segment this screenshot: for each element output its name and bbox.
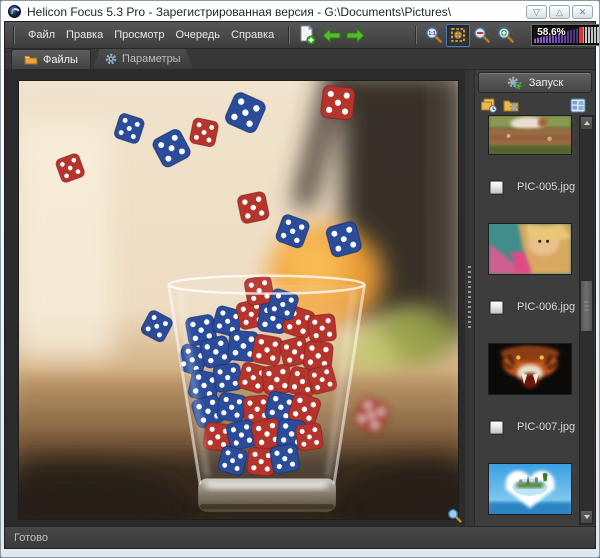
gear-icon (105, 53, 117, 65)
file-checkbox-2[interactable] (490, 301, 503, 314)
menu-bar: Файл Правка Просмотр Очередь Справка (28, 29, 274, 41)
image-viewer (5, 70, 465, 526)
fit-to-window-button[interactable] (446, 24, 470, 47)
triangle-down-icon (584, 515, 590, 519)
content-area: Запуск (5, 70, 595, 526)
thumbnail-2-image (489, 224, 571, 274)
status-bar: Готово (5, 526, 595, 548)
tab-files[interactable]: Файлы (11, 49, 91, 69)
scroll-up-button[interactable] (580, 116, 593, 130)
scrollbar-track[interactable] (580, 130, 593, 510)
files-clock-icon (480, 98, 497, 113)
file-checkbox-3[interactable] (490, 421, 503, 434)
zoom-1to1-icon: 1:1 (425, 26, 443, 44)
zoom-actual-size-button[interactable]: 1:1 (422, 24, 446, 47)
arrow-left-icon (322, 28, 341, 43)
file-tools-row (475, 95, 595, 115)
folder-gear-icon (503, 98, 521, 112)
progress-value: 58.6% (537, 27, 565, 38)
main-photo (19, 81, 458, 519)
list-view-icon (570, 98, 586, 113)
toolbar: Файл Правка Просмотр Очередь Справка (5, 22, 595, 49)
forward-button[interactable] (343, 24, 367, 47)
menu-item-view[interactable]: Просмотр (114, 29, 164, 41)
status-text: Готово (14, 532, 48, 544)
file-name-1[interactable]: PIC-005.jpg (517, 181, 575, 193)
tab-bar: Файлы Параметры (5, 49, 595, 70)
menu-item-queue[interactable]: Очередь (175, 29, 220, 41)
back-button[interactable] (319, 24, 343, 47)
arrow-right-icon (346, 28, 365, 43)
file-checkbox-1[interactable] (490, 181, 503, 194)
process-folder-button[interactable] (503, 97, 521, 114)
run-gears-icon (507, 76, 523, 90)
thumbnail-1[interactable] (488, 115, 572, 155)
app-window: Helicon Focus 5.3 Pro - Зарегистрированн… (0, 0, 600, 558)
new-file-icon (298, 25, 316, 45)
thumbnail-1-image (489, 116, 571, 154)
panel-splitter[interactable] (465, 70, 474, 526)
run-button[interactable]: Запуск (478, 72, 592, 93)
window-controls: ▽ △ ✕ (526, 5, 593, 19)
new-project-button[interactable] (295, 24, 319, 47)
toolbar-separator (288, 26, 290, 44)
toolbar-overflow-icon[interactable]: » (588, 23, 593, 33)
file-name-2[interactable]: PIC-006.jpg (517, 301, 575, 313)
thumbnail-column: PIC-005.jpg (488, 115, 572, 526)
loupe-icon[interactable] (447, 508, 462, 523)
thumbnail-4-image (489, 464, 571, 514)
close-button[interactable]: ✕ (572, 5, 593, 19)
view-list-button[interactable] (569, 97, 587, 114)
file-panel: Запуск (474, 70, 595, 526)
file-name-3[interactable]: PIC-007.jpg (517, 421, 575, 433)
thumbnail-scrollbar[interactable] (579, 115, 594, 525)
menu-item-edit[interactable]: Правка (66, 29, 103, 41)
zoom-out-button[interactable] (470, 24, 494, 47)
thumbnail-3[interactable] (488, 343, 572, 395)
file-row-3: PIC-007.jpg (490, 419, 572, 435)
menu-item-help[interactable]: Справка (231, 29, 274, 41)
maximize-button[interactable]: △ (549, 5, 570, 19)
minimize-button[interactable]: ▽ (526, 5, 547, 19)
svg-text:1:1: 1:1 (429, 31, 436, 37)
menu-item-file[interactable]: Файл (28, 29, 55, 41)
thumbnail-2[interactable] (488, 223, 572, 275)
tab-parameters[interactable]: Параметры (93, 49, 193, 69)
triangle-up-icon (584, 121, 590, 125)
helicon-logo-icon (8, 5, 21, 18)
zoom-in-button[interactable] (494, 24, 518, 47)
title-bar: Helicon Focus 5.3 Pro - Зарегистрированн… (1, 1, 599, 21)
photo-canvas[interactable] (18, 80, 459, 520)
window-title: Helicon Focus 5.3 Pro - Зарегистрированн… (27, 5, 526, 19)
glass (169, 275, 365, 512)
thumbnail-4[interactable] (488, 463, 572, 515)
toolbar-separator (13, 26, 15, 44)
scroll-down-button[interactable] (580, 510, 593, 524)
file-row-1: PIC-005.jpg (490, 179, 572, 195)
app-body: Файл Правка Просмотр Очередь Справка (4, 21, 596, 549)
folder-icon (24, 54, 38, 65)
file-row-2: PIC-006.jpg (490, 299, 572, 315)
fit-window-icon (449, 26, 467, 44)
thumbnail-3-image (489, 344, 571, 394)
scrollbar-thumb[interactable] (580, 280, 593, 332)
zoom-out-icon (473, 26, 491, 44)
add-files-button[interactable] (479, 97, 497, 114)
progress-meter-marker (580, 27, 583, 43)
toolbar-separator (415, 26, 417, 44)
zoom-in-icon (497, 26, 515, 44)
file-list: PIC-005.jpg (475, 115, 595, 526)
